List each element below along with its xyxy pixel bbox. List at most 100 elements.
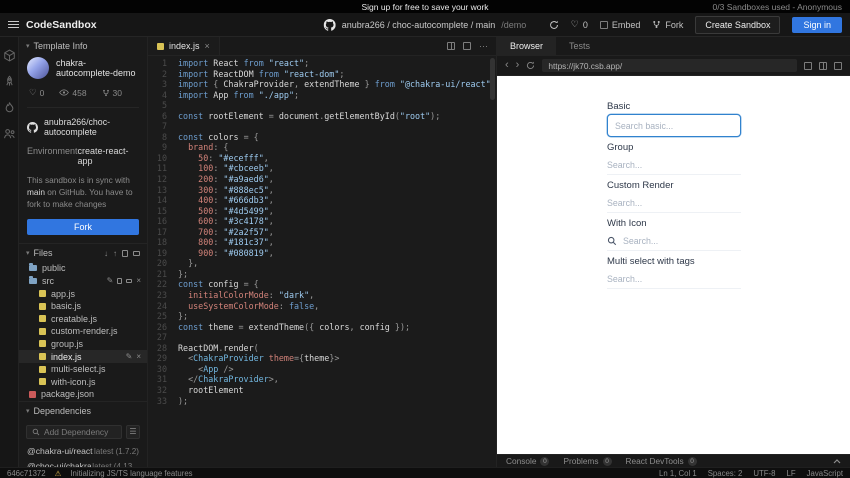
more-options-icon[interactable]: ⋯ [479, 41, 488, 52]
code-line-32[interactable]: 32 rootElement [148, 385, 496, 396]
sign-in-button[interactable]: Sign in [792, 17, 842, 33]
url-bar[interactable]: https://jk70.csb.app/ [542, 59, 797, 72]
tab-tests[interactable]: Tests [556, 37, 603, 55]
upload-icon[interactable]: ↑ [113, 249, 117, 258]
file-item-custom-render-js[interactable]: custom-render.js [19, 325, 147, 338]
status-item[interactable]: Spaces: 2 [708, 469, 743, 478]
dependency-row[interactable]: @choc-ui/chakra-autoc...latest (4.13... [19, 459, 147, 467]
file-item-creatable-js[interactable]: creatable.js [19, 312, 147, 325]
code-line-19[interactable]: 19 900: "#080819", [148, 248, 496, 259]
sandbox-title[interactable]: chakra-autocomplete-demo [56, 58, 139, 78]
live-users-icon[interactable] [3, 127, 16, 140]
file-item-with-icon-js[interactable]: with-icon.js [19, 375, 147, 388]
file-item-public[interactable]: public [19, 262, 147, 275]
github-repo-link[interactable]: anubra266/choc-autocomplete [27, 117, 139, 137]
code-line-28[interactable]: 28ReactDOM.render( [148, 343, 496, 354]
flame-icon[interactable] [3, 101, 16, 114]
code-line-6[interactable]: 6const rootElement = document.getElement… [148, 111, 496, 122]
code-line-33[interactable]: 33); [148, 396, 496, 407]
template-info-header[interactable]: ▾ Template Info [19, 37, 147, 55]
brand[interactable]: CodeSandbox [8, 19, 97, 31]
code-line-18[interactable]: 18 800: "#181c37", [148, 237, 496, 248]
dependency-menu-button[interactable]: ☰ [126, 425, 140, 439]
forward-icon[interactable]: › [516, 60, 520, 71]
code-line-14[interactable]: 14 400: "#666db3", [148, 195, 496, 206]
demo-input-with-icon[interactable] [607, 231, 741, 251]
fork-button-header[interactable]: Fork [652, 20, 683, 30]
code-line-12[interactable]: 12 200: "#a9aed6", [148, 174, 496, 185]
code-line-9[interactable]: 9 brand: { [148, 142, 496, 153]
search-input[interactable] [607, 160, 741, 170]
like-button[interactable]: ♡ 0 [571, 19, 588, 30]
file-item-package-json[interactable]: package.json [19, 388, 147, 401]
grid-view-icon[interactable] [463, 42, 471, 50]
breadcrumb[interactable]: anubra266 / choc-autocomplete / main /de… [324, 19, 527, 31]
demo-input-basic[interactable] [607, 114, 741, 137]
editor-scrollbar[interactable] [490, 58, 495, 100]
code-line-27[interactable]: 27 [148, 332, 496, 343]
menu-icon[interactable] [8, 21, 19, 28]
close-icon[interactable]: × [205, 41, 210, 51]
fork-button[interactable]: Fork [27, 219, 139, 235]
code-line-3[interactable]: 3import { ChakraProvider, extendTheme } … [148, 79, 496, 90]
new-folder-icon[interactable] [126, 279, 132, 283]
file-item-group-js[interactable]: group.js [19, 338, 147, 351]
code-line-22[interactable]: 22const config = { [148, 279, 496, 290]
search-input[interactable] [607, 198, 741, 208]
file-item-multi-select-js[interactable]: multi-select.js [19, 363, 147, 376]
demo-input-group[interactable] [607, 155, 741, 175]
code-line-7[interactable]: 7 [148, 121, 496, 132]
code-line-25[interactable]: 25}; [148, 311, 496, 322]
console-item-react-devtools[interactable]: React DevTools0 [626, 456, 697, 466]
code-line-26[interactable]: 26const theme = extendTheme({ colors, co… [148, 322, 496, 333]
close-icon[interactable]: × [136, 276, 141, 285]
status-item[interactable]: LF [786, 469, 795, 478]
code-line-11[interactable]: 11 100: "#cbceeb", [148, 163, 496, 174]
code-line-31[interactable]: 31 </ChakraProvider>, [148, 374, 496, 385]
code-line-1[interactable]: 1import React from "react"; [148, 58, 496, 69]
file-item-index-js[interactable]: index.js✎× [19, 350, 147, 363]
status-item[interactable]: UTF-8 [753, 469, 775, 478]
create-sandbox-button[interactable]: Create Sandbox [695, 16, 780, 34]
rocket-deploy-icon[interactable] [3, 75, 16, 88]
demo-input-multi-select-with-tags[interactable] [607, 269, 741, 289]
console-expand-icon[interactable] [833, 459, 841, 464]
code-line-5[interactable]: 5 [148, 100, 496, 111]
console-item-console[interactable]: Console0 [506, 456, 549, 466]
code-line-8[interactable]: 8const colors = { [148, 132, 496, 143]
sync-note-branch[interactable]: main [27, 187, 45, 197]
tab-browser[interactable]: Browser [497, 37, 556, 55]
responsive-mode-icon[interactable] [834, 62, 842, 70]
code-line-30[interactable]: 30 <App /> [148, 364, 496, 375]
refresh-icon[interactable] [526, 61, 535, 70]
code-line-23[interactable]: 23 initialColorMode: "dark", [148, 290, 496, 301]
repo-path[interactable]: anubra266 / choc-autocomplete / main [342, 20, 496, 30]
back-icon[interactable]: ‹ [505, 60, 509, 71]
code-line-29[interactable]: 29 <ChakraProvider theme={theme}> [148, 353, 496, 364]
refresh-icon[interactable] [549, 20, 559, 30]
tab-index-js[interactable]: index.js × [148, 37, 220, 55]
download-icon[interactable]: ↓ [104, 249, 108, 258]
code-line-2[interactable]: 2import ReactDOM from "react-dom"; [148, 69, 496, 80]
new-file-icon[interactable] [122, 250, 128, 257]
file-item-basic-js[interactable]: basic.js [19, 300, 147, 313]
search-input[interactable] [615, 121, 733, 131]
files-header[interactable]: ▾ Files ↓ ↑ [19, 243, 147, 262]
edit-icon[interactable]: ✎ [107, 276, 114, 285]
close-icon[interactable]: × [136, 352, 141, 361]
code-line-10[interactable]: 10 50: "#ecefff", [148, 153, 496, 164]
status-item[interactable]: JavaScript [807, 469, 843, 478]
split-preview-icon[interactable] [819, 62, 827, 70]
edit-icon[interactable]: ✎ [126, 352, 133, 361]
demo-input-custom-render[interactable] [607, 193, 741, 213]
search-input[interactable] [607, 274, 741, 284]
code-line-21[interactable]: 21}; [148, 269, 496, 280]
file-item-app-js[interactable]: app.js [19, 287, 147, 300]
code-line-16[interactable]: 16 600: "#3c4178", [148, 216, 496, 227]
dependency-row[interactable]: @chakra-ui/reactlatest (1.7.2) [19, 444, 147, 459]
code-line-24[interactable]: 24 useSystemColorMode: false, [148, 301, 496, 312]
embed-button[interactable]: Embed [600, 20, 641, 30]
project-info-icon[interactable] [3, 49, 16, 62]
file-item-src[interactable]: src✎× [19, 275, 147, 288]
dependencies-header[interactable]: ▾ Dependencies [19, 401, 147, 420]
